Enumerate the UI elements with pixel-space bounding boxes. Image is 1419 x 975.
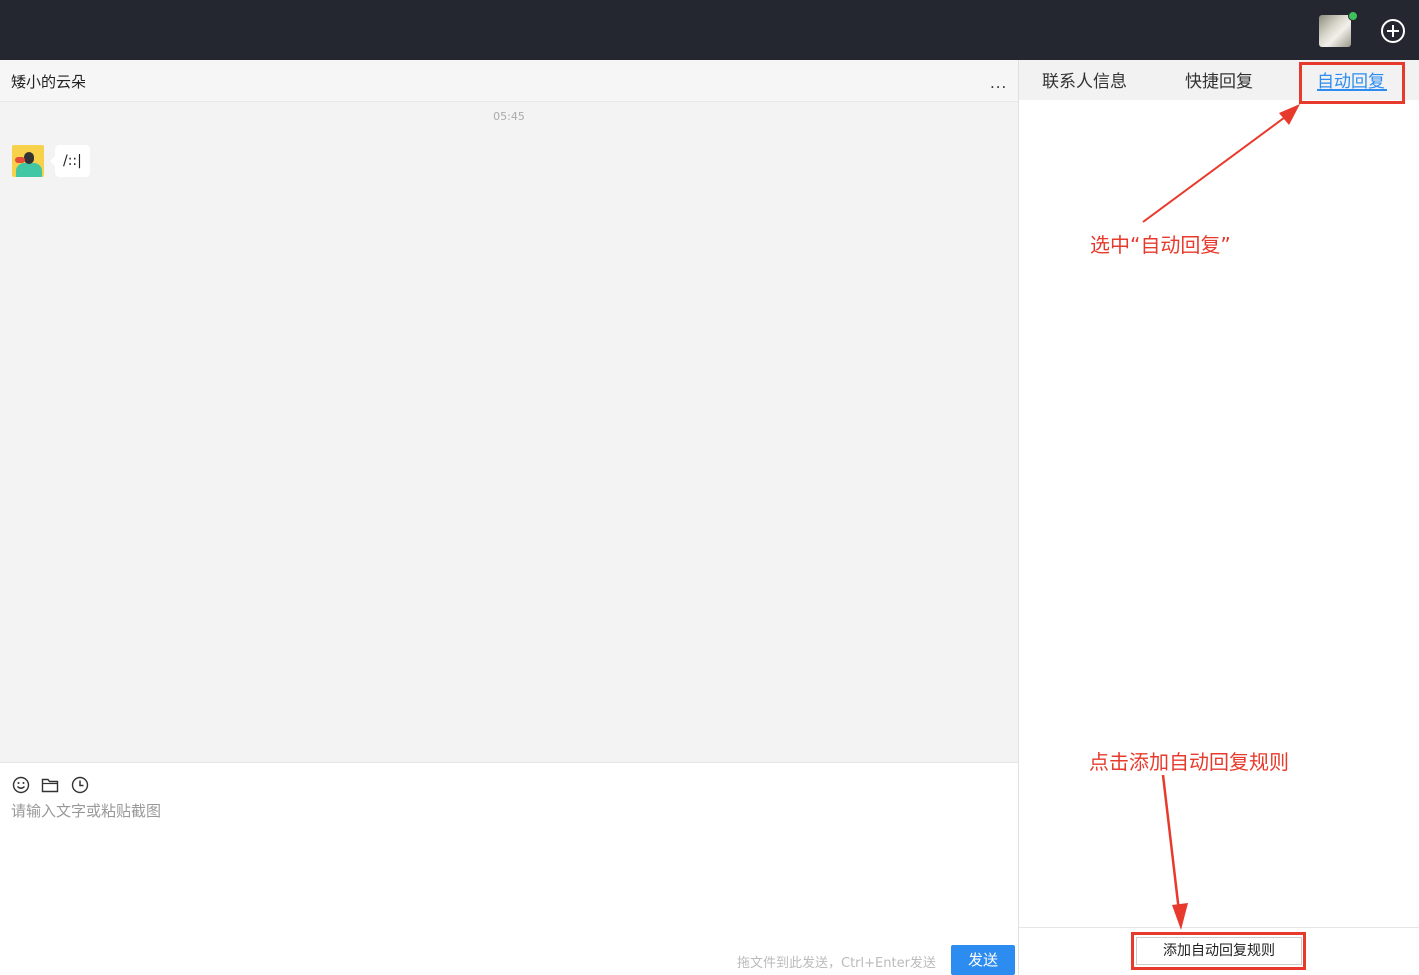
more-button[interactable]: ...: [990, 74, 1007, 92]
online-status-dot: [1348, 11, 1358, 21]
auto-reply-panel: [1019, 100, 1419, 927]
user-avatar[interactable]: [1319, 15, 1351, 47]
input-area[interactable]: 请输入文字或粘贴截图 拖文件到此发送，Ctrl+Enter发送 发送: [0, 762, 1018, 975]
plus-circle-icon[interactable]: [1381, 19, 1405, 43]
annotation-click-add: 点击添加自动回复规则: [1089, 750, 1289, 774]
add-auto-reply-rule-button[interactable]: 添加自动回复规则: [1136, 937, 1302, 965]
top-bar: [0, 0, 1419, 60]
send-button[interactable]: 发送: [951, 945, 1015, 975]
message-bubble: /::|: [50, 145, 90, 177]
message-input[interactable]: 请输入文字或粘贴截图: [11, 800, 161, 821]
message-timestamp: 05:45: [493, 110, 525, 123]
smiley-icon[interactable]: [12, 776, 30, 794]
chat-header: 矮小的云朵 ...: [0, 60, 1018, 102]
annotation-select-tab: 选中“自动回复”: [1090, 233, 1231, 257]
tab-contact-info[interactable]: 联系人信息: [1042, 67, 1127, 92]
send-hint: 拖文件到此发送，Ctrl+Enter发送: [737, 956, 936, 971]
contact-avatar[interactable]: [12, 145, 44, 177]
folder-icon[interactable]: [41, 776, 59, 794]
chat-title: 矮小的云朵: [11, 73, 87, 91]
message-area: 05:45 /::|: [0, 102, 1018, 762]
clock-icon[interactable]: [71, 776, 89, 794]
active-tab-indicator: [1317, 89, 1387, 91]
tab-quick-reply[interactable]: 快捷回复: [1185, 67, 1253, 92]
